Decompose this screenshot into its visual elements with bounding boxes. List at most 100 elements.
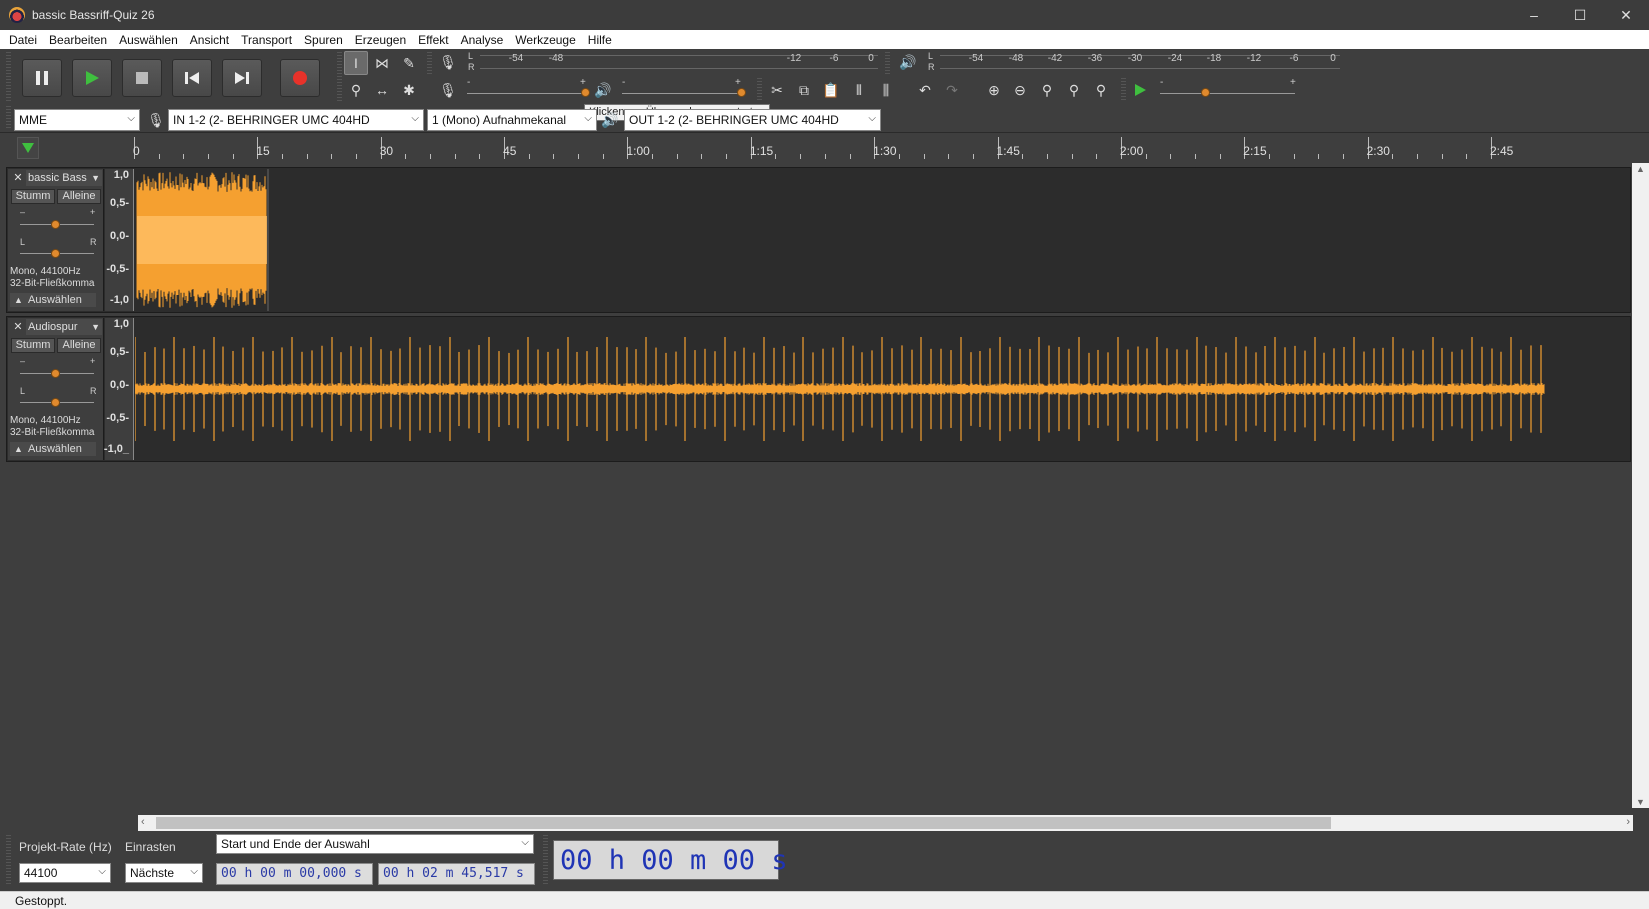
meter-tick: -48 [1008,53,1024,64]
close-button[interactable]: ✕ [1603,0,1649,30]
close-track-icon[interactable]: ✕ [12,172,24,184]
record-button[interactable] [280,59,320,97]
audio-host-select[interactable]: MME ⌵ [14,109,140,131]
record-volume-knob[interactable] [581,88,590,97]
selection-end-time[interactable]: 00 h 02 m 45,517 s [378,863,535,885]
menu-datei[interactable]: Datei [3,33,43,47]
ruler-tick [701,154,703,159]
scroll-left-icon[interactable]: ‹ [141,816,145,828]
record-volume-slider[interactable] [467,93,587,94]
track-bassic-bass[interactable]: ✕ bassic Bass ▼ Stumm Alleine – + L R Mon… [6,167,1631,313]
trim-icon[interactable]: ⦀ [847,78,871,102]
menu-erzeugen[interactable]: Erzeugen [349,33,412,47]
ruler-label: 2:30 [1366,144,1390,158]
select-track-button[interactable]: ▲ Auswählen [10,293,96,307]
toolbar-grip[interactable] [6,106,11,130]
meter-tick: -36 [1087,53,1103,64]
paste-icon[interactable]: 📋 [819,78,843,102]
play-speed-knob[interactable] [1201,88,1210,97]
mute-button[interactable]: Stumm [11,189,55,204]
solo-button[interactable]: Alleine [57,338,101,353]
pan-knob[interactable] [51,249,60,258]
cut-icon[interactable]: ✂ [765,78,789,102]
toolbar-grip[interactable] [757,78,762,100]
zoom-toggle-icon[interactable]: ⚲ [1089,78,1113,102]
audio-position-display[interactable]: 00 h 00 m 00 s [553,840,788,880]
maximize-button[interactable]: ☐ [1557,0,1603,30]
snap-select[interactable]: Nächste ⌵ [125,863,203,883]
fit-project-icon[interactable]: ⚲ [1062,78,1086,102]
menu-effekt[interactable]: Effekt [412,33,454,47]
toolbar-grip[interactable] [6,835,11,885]
menu-spuren[interactable]: Spuren [298,33,349,47]
toolbar-grip[interactable] [6,52,11,102]
play-at-speed-icon[interactable] [1128,78,1152,102]
copy-icon[interactable]: ⧉ [792,78,816,102]
multi-tool-icon[interactable]: ✱ [397,78,421,102]
input-device-select[interactable]: IN 1-2 (2- BEHRINGER UMC 404HD ⌵ [168,109,424,131]
toolbar-grip[interactable] [427,52,432,74]
speaker-icon: 🔊 [899,53,917,70]
draw-tool-icon[interactable]: ✎ [397,51,421,75]
toolbar-grip[interactable] [337,52,342,102]
toolbar-grip[interactable] [1121,78,1126,100]
selection-mode-select[interactable]: Start und Ende der Auswahl ⌵ [216,834,534,854]
zoom-in-icon[interactable]: ⊕ [982,78,1006,102]
time-ruler[interactable]: 0 15 30 45 1:00 1:15 1:30 1:45 2:00 2:15 2:30 2:45 [133,137,1625,159]
undo-icon[interactable]: ↶ [913,78,937,102]
scale-label: -1,0 [110,294,129,306]
solo-button[interactable]: Alleine [57,189,101,204]
envelope-tool-icon[interactable]: ⋈ [370,51,394,75]
fit-selection-icon[interactable]: ⚲ [1035,78,1059,102]
project-rate-select[interactable]: 44100 ⌵ [19,863,111,883]
timeline-options-button[interactable] [17,137,39,159]
scroll-right-icon[interactable]: › [1626,816,1630,828]
redo-icon[interactable]: ↷ [940,78,964,102]
minimize-button[interactable]: – [1511,0,1557,30]
pan-knob[interactable] [51,398,60,407]
scroll-up-icon[interactable]: ▲ [1636,164,1645,174]
skip-end-button[interactable] [222,59,262,97]
selection-start-time[interactable]: 00 h 00 m 00,000 s [216,863,373,885]
timeshift-tool-icon[interactable]: ↔ [370,78,394,102]
gain-knob[interactable] [51,369,60,378]
play-speed-slider[interactable] [1160,93,1295,94]
menu-werkzeuge[interactable]: Werkzeuge [509,33,581,47]
zoom-tool-icon[interactable]: ⚲ [344,78,368,102]
menu-hilfe[interactable]: Hilfe [582,33,618,47]
select-track-button[interactable]: ▲ Auswählen [10,442,96,456]
gain-knob[interactable] [51,220,60,229]
output-device-select[interactable]: OUT 1-2 (2- BEHRINGER UMC 404HD ⌵ [624,109,881,131]
menu-auswaehlen[interactable]: Auswählen [113,33,184,47]
play-button[interactable] [72,59,112,97]
pause-button[interactable] [22,59,62,97]
track-name-menu[interactable]: Audiospur ▼ [26,319,102,335]
input-channels-select[interactable]: 1 (Mono) Aufnahmekanal ⌵ [427,109,597,131]
close-track-icon[interactable]: ✕ [12,321,24,333]
scroll-down-icon[interactable]: ▼ [1636,797,1645,807]
menu-ansicht[interactable]: Ansicht [184,33,235,47]
menu-analyse[interactable]: Analyse [455,33,510,47]
track-audiospur[interactable]: ✕ Audiospur ▼ Stumm Alleine – + L R Mono,… [6,316,1631,462]
menu-transport[interactable]: Transport [235,33,298,47]
toolbar-grip[interactable] [885,52,890,74]
menu-bearbeiten[interactable]: Bearbeiten [43,33,113,47]
playback-volume-slider[interactable] [622,93,744,94]
horizontal-scroll-thumb[interactable] [156,817,1331,829]
vertical-scrollbar[interactable]: ▲ ▼ [1632,163,1649,808]
waveform-area[interactable] [135,169,1620,311]
skip-start-button[interactable] [172,59,212,97]
playback-volume-knob[interactable] [737,88,746,97]
selection-tool-icon[interactable]: I [344,51,368,75]
mute-button[interactable]: Stumm [11,338,55,353]
zoom-out-icon[interactable]: ⊖ [1008,78,1032,102]
record-meter[interactable]: LR -54 -48 -12 -6 0 [460,51,878,75]
playback-meter[interactable]: LR -54 -48 -42 -36 -30 -24 -18 -12 -6 0 [920,51,1340,75]
track-name-menu[interactable]: bassic Bass ▼ [26,170,102,186]
horizontal-scrollbar[interactable]: ‹ › [138,815,1633,831]
timeline[interactable]: 0 15 30 45 1:00 1:15 1:30 1:45 2:00 2:15 2:30 2:45 [0,133,1649,163]
waveform-area[interactable] [135,318,1620,460]
toolbar-grip[interactable] [543,835,548,885]
stop-button[interactable] [122,59,162,97]
silence-icon[interactable]: ⫼ [874,78,898,102]
